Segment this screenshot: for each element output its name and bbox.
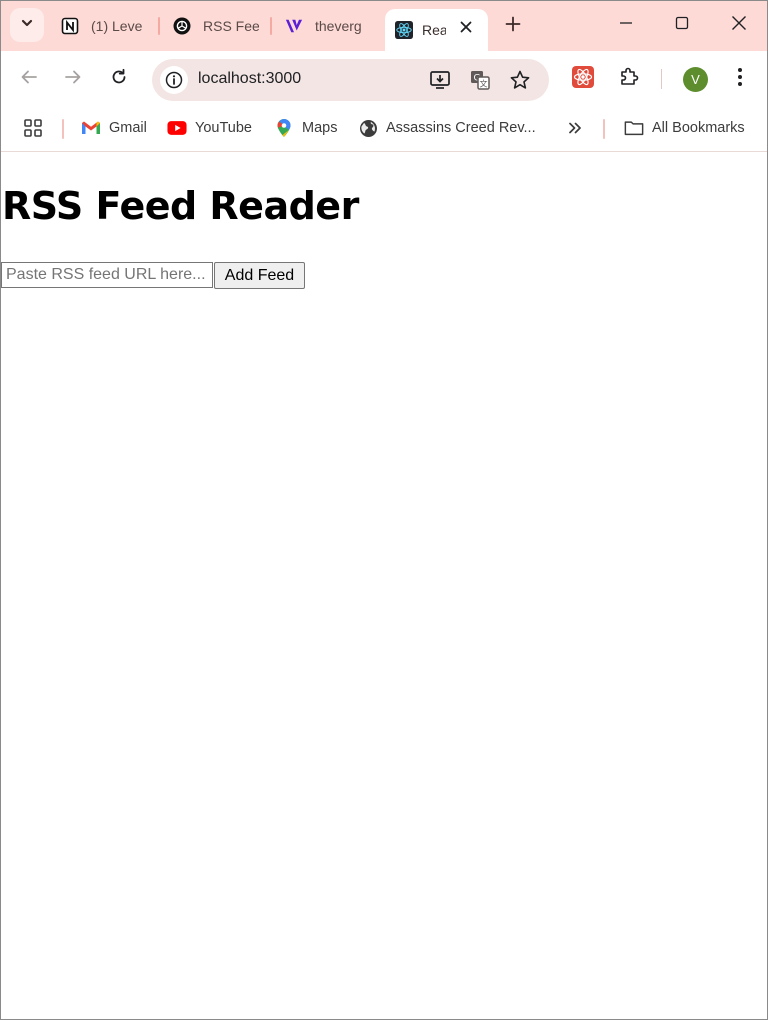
install-app-icon[interactable]	[428, 68, 452, 92]
reload-button[interactable]	[103, 63, 135, 95]
folder-icon	[624, 118, 644, 138]
maximize-button[interactable]	[668, 11, 696, 39]
extensions-button[interactable]	[613, 63, 645, 95]
browser-window: (1) Leve RSS Fee theverg Rea localhost:3…	[0, 0, 768, 1020]
minimize-icon	[619, 16, 633, 35]
all-bookmarks-button[interactable]: All Bookmarks	[624, 117, 745, 139]
openai-icon	[173, 17, 191, 35]
puzzle-icon	[618, 66, 640, 93]
tab-title: theverg	[315, 18, 362, 34]
page-title: RSS Feed Reader	[2, 184, 359, 228]
apps-button[interactable]	[23, 117, 43, 139]
translate-icon[interactable]: G文	[468, 68, 492, 92]
toolbar-divider	[661, 69, 662, 89]
maximize-icon	[675, 16, 689, 35]
rss-url-input[interactable]	[1, 262, 213, 288]
notion-icon	[61, 17, 79, 35]
tab-verge[interactable]: theverg	[285, 9, 375, 43]
apps-grid-icon	[23, 118, 43, 138]
menu-button[interactable]	[724, 63, 756, 95]
more-bookmarks-button[interactable]	[565, 117, 585, 139]
add-feed-button[interactable]: Add Feed	[214, 262, 305, 289]
tab-separator	[158, 17, 160, 35]
tab-title: RSS Fee	[203, 18, 259, 34]
tab-notion[interactable]: (1) Leve	[61, 9, 157, 43]
minimize-button[interactable]	[612, 11, 640, 39]
bookmark-label: Maps	[302, 120, 338, 136]
tab-title: Rea	[422, 22, 446, 38]
bookmark-youtube[interactable]: YouTube	[167, 117, 252, 139]
new-tab-button[interactable]	[501, 14, 525, 38]
bookmark-separator	[62, 119, 64, 139]
close-icon	[731, 15, 747, 36]
bookmark-star-icon[interactable]	[508, 68, 532, 92]
gmail-icon	[81, 118, 101, 138]
tab-separator	[270, 17, 272, 35]
forward-button[interactable]	[57, 63, 89, 95]
back-button[interactable]	[13, 63, 45, 95]
tab-rss[interactable]: RSS Fee	[173, 9, 265, 43]
react-devtools-icon	[572, 65, 594, 93]
site-info-icon[interactable]	[160, 66, 188, 94]
all-bookmarks-label: All Bookmarks	[652, 120, 745, 136]
maps-icon	[274, 118, 294, 138]
more-vertical-icon	[737, 67, 743, 92]
arrow-right-icon	[64, 68, 82, 91]
tab-title: (1) Leve	[91, 18, 143, 34]
bookmark-gmail[interactable]: Gmail	[81, 117, 147, 139]
tab-search-button[interactable]	[10, 8, 44, 42]
verge-icon	[285, 17, 303, 35]
bookmark-label: Assassins Creed Rev...	[386, 120, 536, 136]
close-tab-icon[interactable]	[458, 19, 474, 35]
bookmark-assassins-creed[interactable]: Assassins Creed Rev...	[358, 117, 536, 139]
close-window-button[interactable]	[725, 11, 753, 39]
bookmark-maps[interactable]: Maps	[274, 117, 337, 139]
tab-react-active[interactable]: Rea	[385, 9, 488, 51]
react-devtools-extension[interactable]	[567, 63, 599, 95]
plus-icon	[505, 16, 521, 37]
arrow-left-icon	[20, 68, 38, 91]
bookmark-label: YouTube	[195, 120, 252, 136]
youtube-icon	[167, 118, 187, 138]
browser-toolbar: localhost:3000 G文 V	[1, 51, 767, 107]
svg-text:文: 文	[480, 79, 488, 89]
chevron-down-icon	[20, 16, 34, 35]
url-text[interactable]: localhost:3000	[198, 70, 301, 88]
globe-icon	[358, 118, 378, 138]
react-icon	[395, 21, 413, 39]
page-content: RSS Feed Reader Add Feed	[1, 152, 767, 1019]
chevron-double-right-icon	[565, 118, 585, 138]
address-bar[interactable]: localhost:3000 G文	[152, 59, 549, 101]
tab-strip: (1) Leve RSS Fee theverg Rea	[1, 1, 767, 51]
bookmark-separator	[603, 119, 605, 139]
reload-icon	[110, 68, 128, 91]
bookmarks-bar: Gmail YouTube Maps Assassins Creed Rev..…	[1, 107, 767, 152]
bookmark-label: Gmail	[109, 120, 147, 136]
profile-avatar[interactable]: V	[683, 67, 708, 92]
